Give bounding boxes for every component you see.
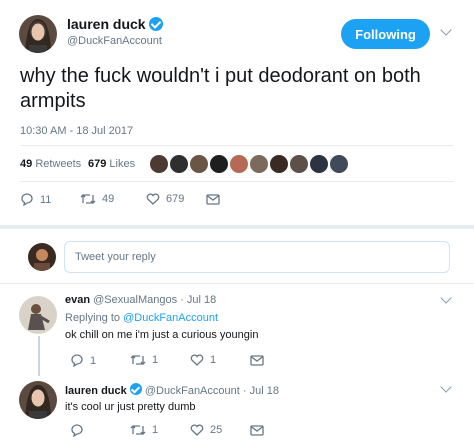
liker-avatar[interactable] <box>170 155 188 173</box>
divider <box>20 145 454 146</box>
reply-date[interactable]: · Jul 18 <box>243 385 279 397</box>
heart-icon <box>190 424 204 436</box>
thread-connector <box>38 336 40 376</box>
retweets-label: Retweets <box>35 158 82 170</box>
liker-avatar[interactable] <box>250 155 268 173</box>
direct-message-action[interactable] <box>206 194 220 205</box>
reply-icon <box>71 354 83 367</box>
following-button[interactable]: Following <box>341 19 430 49</box>
reply-action[interactable] <box>70 424 90 437</box>
like-action[interactable]: 1 <box>190 354 216 366</box>
retweet-count: 1 <box>152 354 159 366</box>
reply-count: 11 <box>40 193 52 206</box>
reply-icon <box>21 193 33 206</box>
liker-avatar[interactable] <box>210 155 228 173</box>
chevron-down-icon[interactable] <box>440 24 452 36</box>
verified-badge-icon <box>149 17 164 31</box>
reply-author-handle[interactable]: @DuckFanAccount <box>145 385 240 397</box>
author-name-row[interactable]: lauren duck <box>67 16 164 32</box>
liker-avatar[interactable] <box>230 155 248 173</box>
likes-stat[interactable]: 679 Likes <box>88 158 135 170</box>
retweet-action[interactable]: 49 <box>80 193 114 205</box>
reply-text: ok chill on me i'm just a curious youngi… <box>65 329 259 341</box>
section-divider <box>0 225 474 229</box>
reply-date[interactable]: · Jul 18 <box>180 294 216 306</box>
liker-avatar[interactable] <box>330 155 348 173</box>
liker-avatar[interactable] <box>310 155 328 173</box>
retweet-icon <box>130 355 146 365</box>
current-user-avatar <box>28 243 56 271</box>
heart-icon <box>190 354 204 366</box>
likes-label: Likes <box>109 158 136 170</box>
liker-avatar[interactable] <box>270 155 288 173</box>
reply-author-handle[interactable]: @SexualMangos <box>93 294 177 306</box>
reply-input[interactable]: Tweet your reply <box>64 241 450 273</box>
likes-count: 679 <box>88 158 107 170</box>
envelope-icon <box>206 194 220 205</box>
author-avatar[interactable] <box>19 15 57 53</box>
replying-to-handle[interactable]: @DuckFanAccount <box>123 312 218 324</box>
chevron-down-icon[interactable] <box>440 292 452 304</box>
reply-header: lauren duck @DuckFanAccount · Jul 18 <box>65 383 279 397</box>
retweets-count: 49 <box>20 158 33 170</box>
envelope-icon <box>250 425 264 436</box>
author-name[interactable]: lauren duck <box>67 16 146 32</box>
replying-to: Replying to @DuckFanAccount <box>65 312 218 324</box>
direct-message-action[interactable] <box>250 355 264 366</box>
reply-count: 1 <box>90 354 97 367</box>
reply-author-name[interactable]: lauren duck <box>65 385 127 397</box>
verified-badge-icon <box>129 383 142 395</box>
reply-placeholder: Tweet your reply <box>75 251 156 263</box>
chevron-down-icon[interactable] <box>440 381 452 393</box>
like-count: 1 <box>210 354 217 366</box>
liker-avatar[interactable] <box>190 155 208 173</box>
reply-header: evan @SexualMangos · Jul 18 <box>65 294 216 306</box>
liker-avatar[interactable] <box>290 155 308 173</box>
like-action[interactable]: 25 <box>190 424 222 436</box>
divider <box>20 181 454 182</box>
direct-message-action[interactable] <box>250 425 264 436</box>
reply-author-avatar[interactable] <box>19 381 57 419</box>
reply-text: it's cool ur just pretty dumb <box>65 401 196 413</box>
reply-author-avatar[interactable] <box>19 296 57 334</box>
liker-avatar[interactable] <box>150 155 168 173</box>
like-action[interactable]: 679 <box>146 193 184 205</box>
retweet-count: 1 <box>152 424 159 436</box>
replying-to-label: Replying to <box>65 312 121 324</box>
reply-author-name[interactable]: evan <box>65 294 90 306</box>
retweet-icon <box>130 425 146 435</box>
reply-icon <box>71 424 83 437</box>
retweets-stat[interactable]: 49 Retweets <box>20 158 81 170</box>
like-count: 25 <box>210 424 223 436</box>
tweet-timestamp[interactable]: 10:30 AM - 18 Jul 2017 <box>20 125 133 137</box>
heart-icon <box>146 193 160 205</box>
retweet-action[interactable]: 1 <box>130 354 158 366</box>
divider <box>0 283 474 284</box>
reply-action[interactable]: 11 <box>20 193 51 206</box>
retweet-action[interactable]: 1 <box>130 424 158 436</box>
author-handle[interactable]: @DuckFanAccount <box>67 35 162 47</box>
like-count: 679 <box>166 193 185 205</box>
tweet-text: why the fuck wouldn't i put deodorant on… <box>20 65 421 112</box>
reply-action[interactable]: 1 <box>70 354 96 367</box>
retweet-icon <box>80 194 96 204</box>
envelope-icon <box>250 355 264 366</box>
retweet-count: 49 <box>102 193 115 205</box>
